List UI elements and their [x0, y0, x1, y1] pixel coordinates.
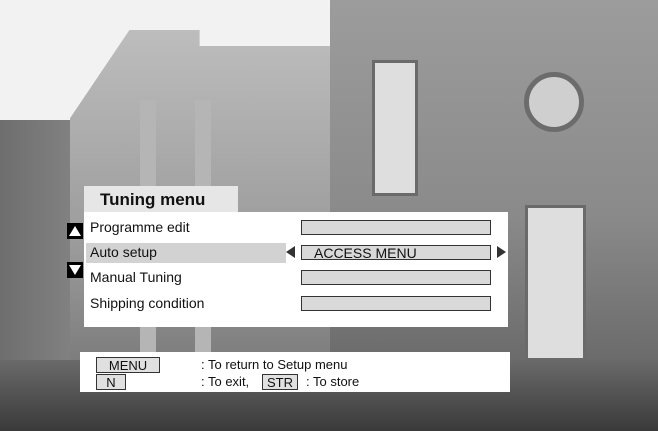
down-triangle-icon[interactable]: [67, 262, 83, 278]
right-arrow-icon[interactable]: [497, 246, 506, 258]
str-key[interactable]: STR: [262, 374, 298, 390]
menu-item-label: Programme edit: [90, 219, 190, 235]
n-key[interactable]: N: [96, 374, 126, 390]
menu-title-tab: Tuning menu: [84, 186, 238, 214]
menu-key[interactable]: MENU: [96, 357, 160, 373]
help-panel: MENU : To return to Setup menu N : To ex…: [80, 352, 510, 392]
window: [372, 60, 418, 196]
window: [525, 205, 586, 361]
menu-item-auto-setup[interactable]: Auto setup ACCESS MENU: [84, 242, 508, 264]
str-key-description: : To store: [306, 374, 360, 389]
up-triangle-icon[interactable]: [67, 223, 83, 239]
left-arrow-icon[interactable]: [286, 246, 295, 258]
menu-item-label: Manual Tuning: [90, 269, 182, 285]
menu-item-value-field: ACCESS MENU: [301, 245, 491, 261]
menu-item-value-field: [301, 220, 491, 235]
menu-title: Tuning menu: [100, 190, 206, 209]
menu-item-shipping-condition[interactable]: Shipping condition: [84, 293, 508, 315]
rose-window: [524, 72, 584, 132]
menu-key-description: : To return to Setup menu: [201, 357, 348, 372]
tuning-menu-panel: Programme edit Auto setup ACCESS MENU Ma…: [84, 212, 508, 327]
n-key-description: : To exit,: [201, 374, 250, 389]
menu-item-label: Auto setup: [90, 244, 157, 260]
menu-item-value-field: [301, 270, 491, 285]
menu-item-manual-tuning[interactable]: Manual Tuning: [84, 267, 508, 289]
menu-item-programme-edit[interactable]: Programme edit: [84, 217, 508, 239]
menu-item-value: ACCESS MENU: [314, 245, 417, 261]
menu-item-value-field: [301, 296, 491, 311]
menu-item-label: Shipping condition: [90, 295, 205, 311]
